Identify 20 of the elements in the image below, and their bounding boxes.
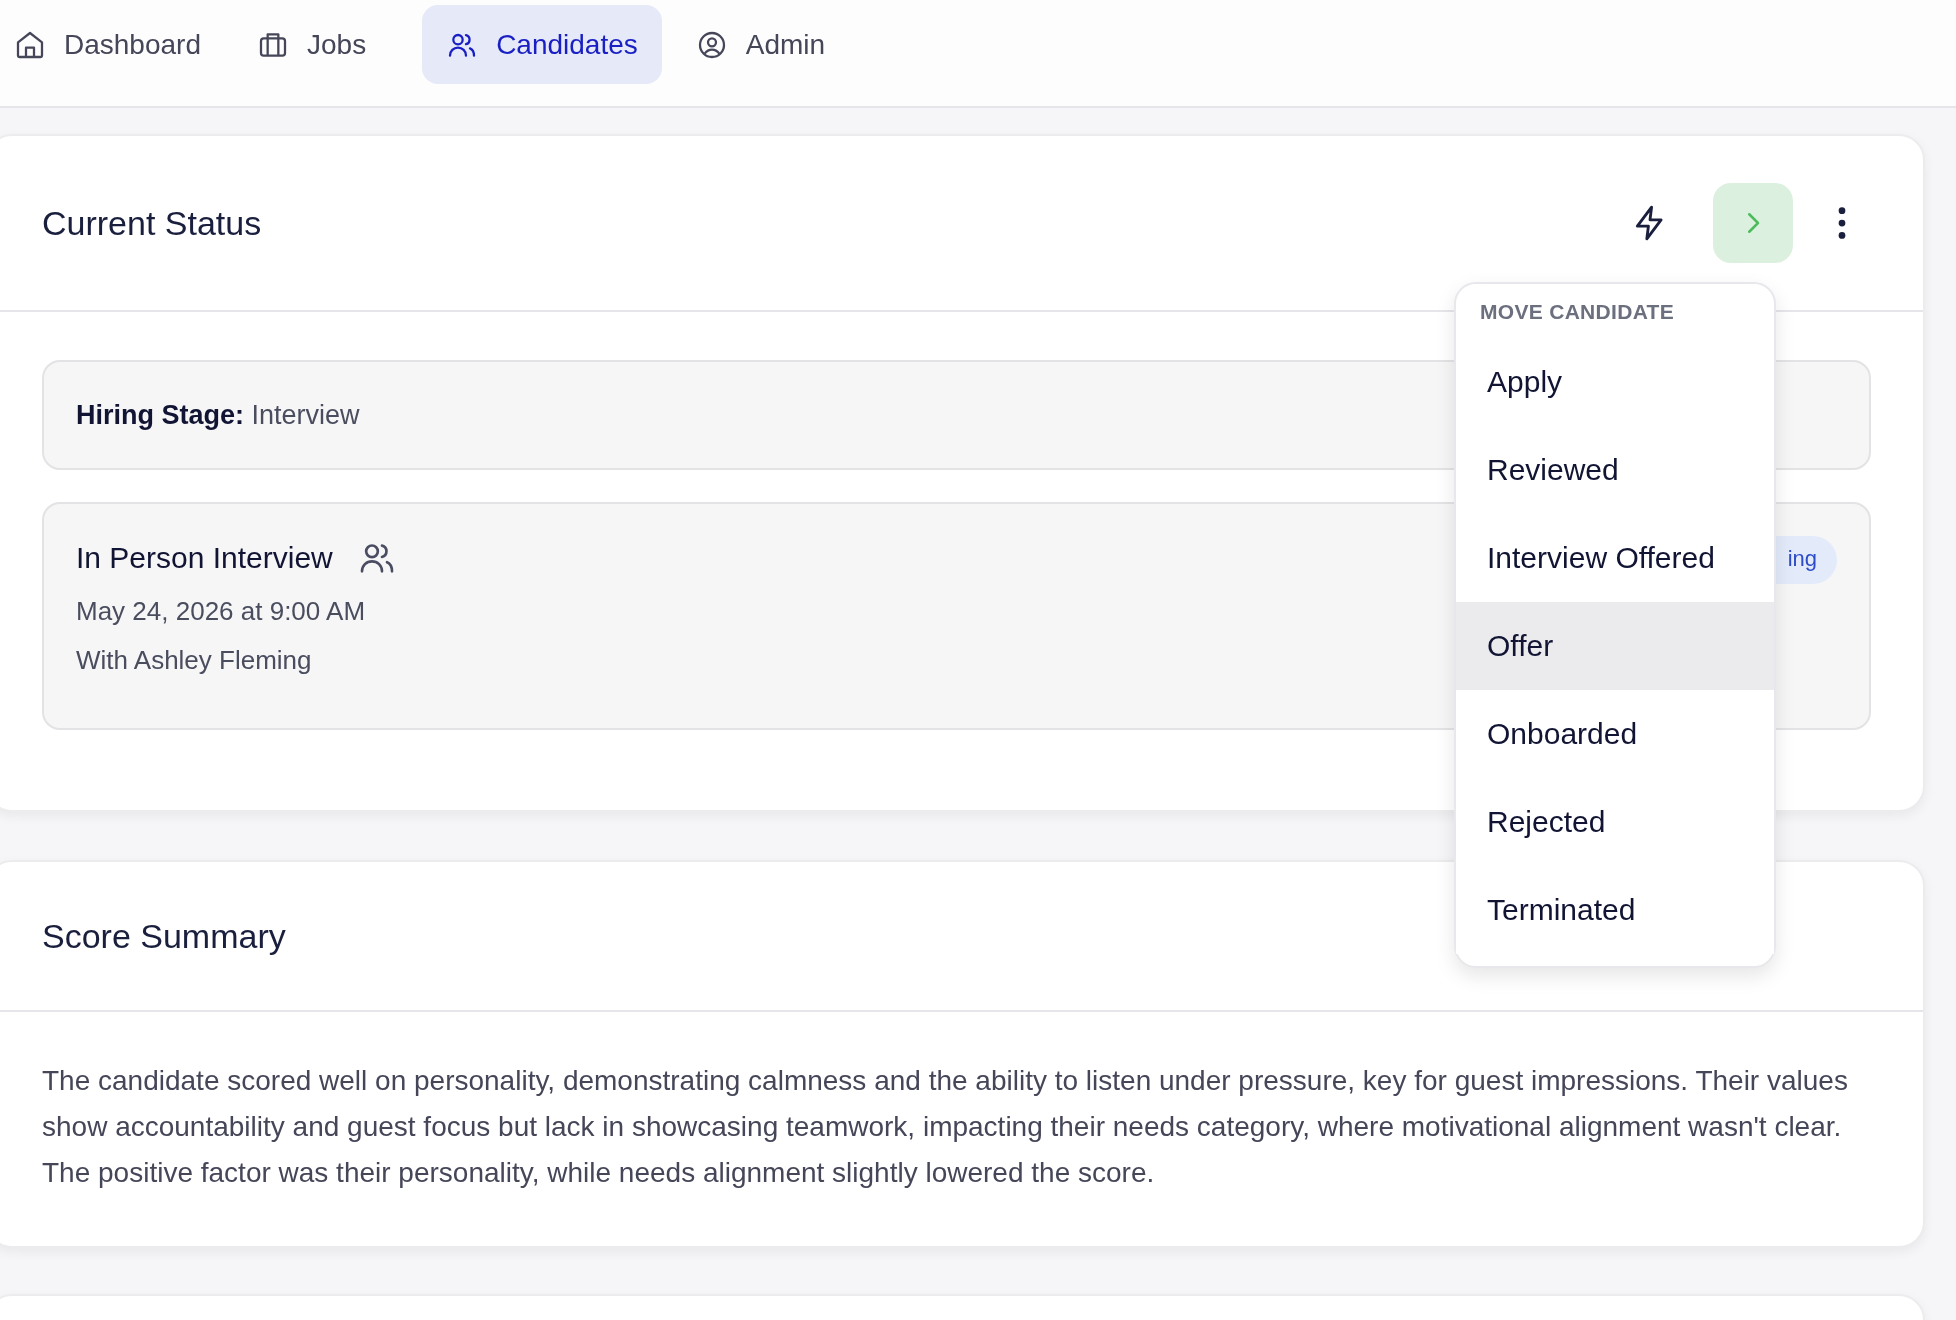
interview-title: In Person Interview (76, 541, 333, 575)
more-menu-icon[interactable] (1837, 205, 1847, 241)
menu-item[interactable]: Terminated (1456, 866, 1774, 954)
menu-heading: MOVE CANDIDATE (1479, 300, 1675, 325)
menu-item[interactable]: Onboarded (1456, 690, 1774, 778)
menu-item[interactable]: Rejected (1456, 778, 1774, 866)
nav-tab[interactable]: Dashboard (14, 5, 223, 84)
menu-item[interactable]: Apply (1456, 338, 1774, 426)
menu-item[interactable]: Reviewed (1456, 426, 1774, 514)
nav-tab[interactable]: Admin (695, 5, 848, 84)
menu-item[interactable]: Interview Offered (1456, 514, 1774, 602)
nav-tab[interactable]: Jobs (257, 5, 389, 84)
card-title: Current Status (42, 203, 263, 243)
interview-datetime: May 24, 2026 at 9:00 AM (76, 596, 366, 627)
interviewer-text: With Ashley Fleming (76, 645, 312, 676)
menu-item[interactable]: Offer (1456, 602, 1774, 690)
nav-tab[interactable]: Candidates (422, 5, 662, 84)
score-summary-text: The candidate scored well on personality, demonstrating calmness and the ability to listen under pressure, key for guest impressions. Their values show accountability and guest focus but lack in showcasing teamwork, impacting their needs category, where motivational alignment wasn't clear. The positive factor was their personality, while needs alignment slightly lowered the score. (41, 1064, 1849, 1190)
card-title: Score Summary (42, 916, 287, 956)
hiring-stage-text: Hiring Stage: Interview (76, 399, 360, 431)
